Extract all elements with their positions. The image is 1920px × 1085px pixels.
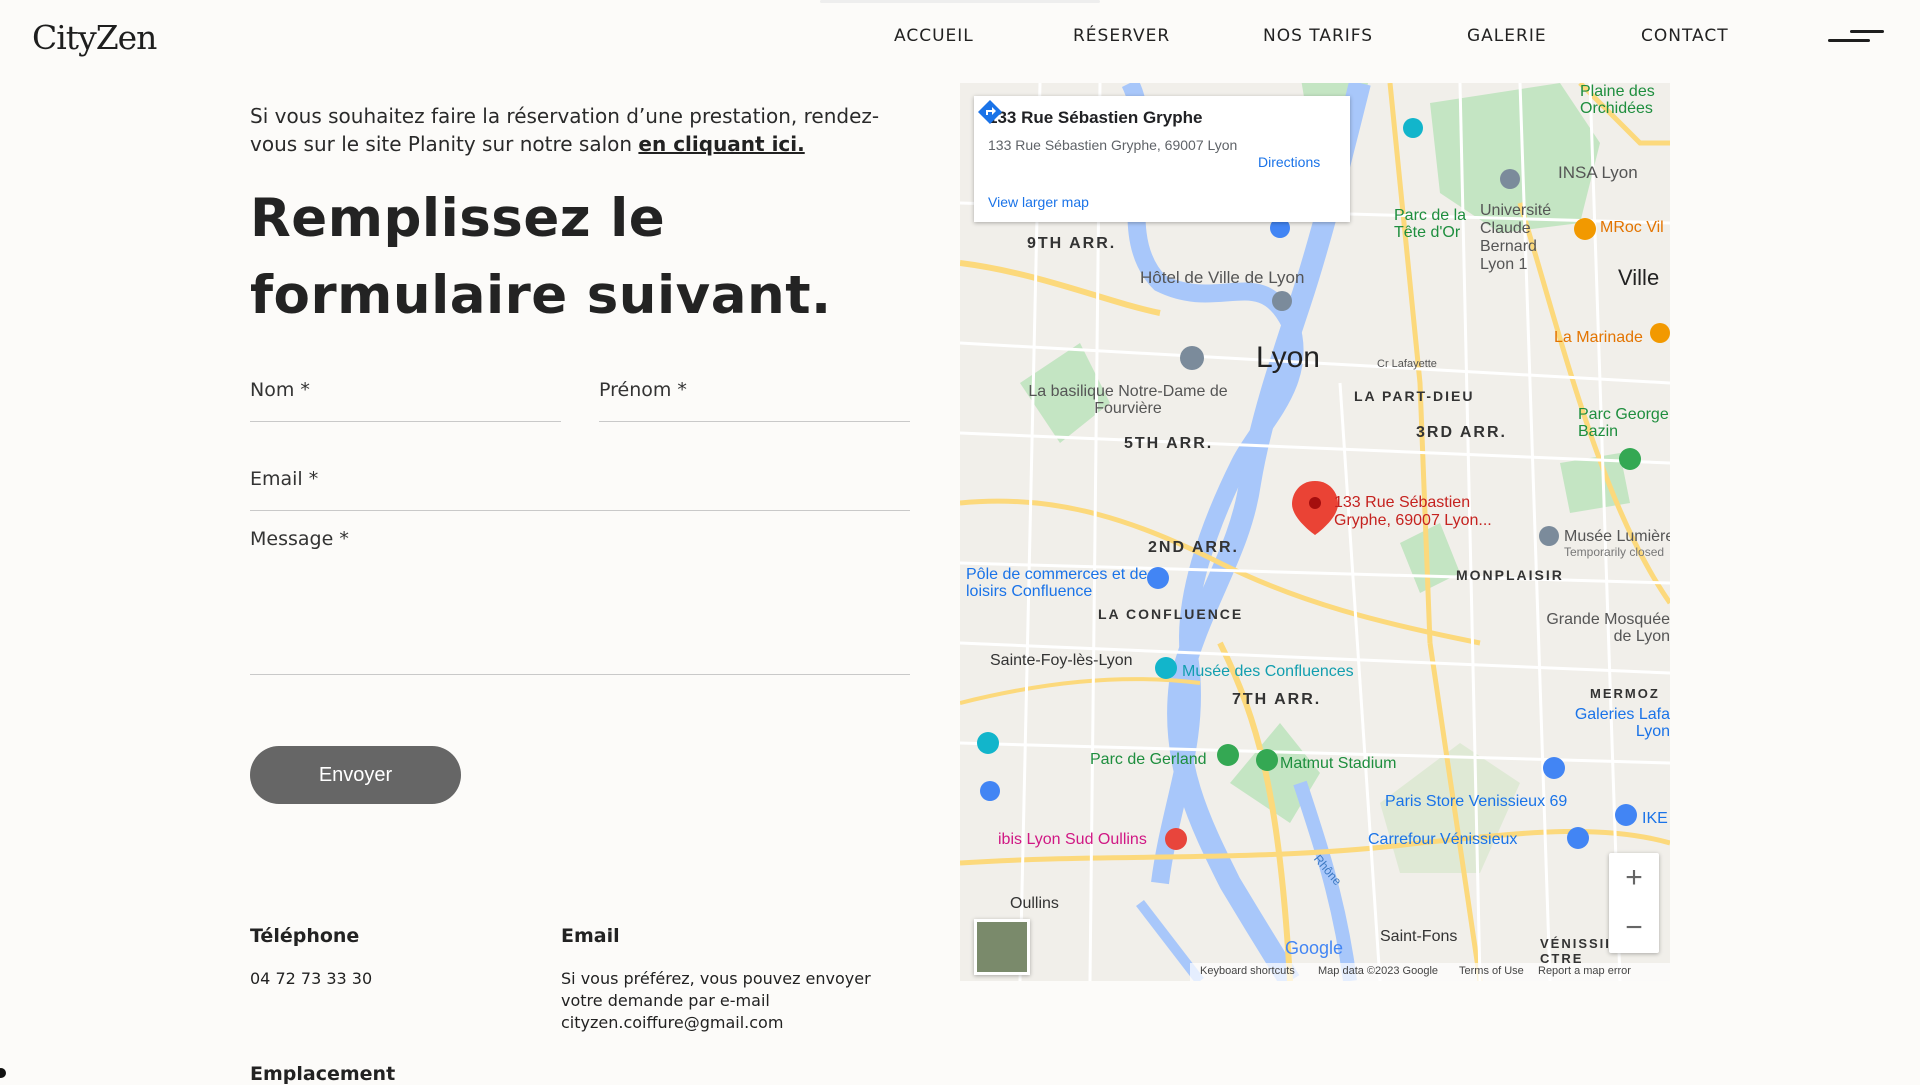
phone-heading: Téléphone	[250, 925, 360, 947]
map-label-parctete: Parc de la Tête d'Or	[1394, 207, 1467, 241]
scroll-dot	[0, 1068, 6, 1078]
map-footer: Keyboard shortcuts Map data ©2023 Google…	[1190, 963, 1670, 981]
satellite-toggle[interactable]	[974, 919, 1030, 975]
map-label-plaine: Plaine des Orchidées	[1580, 83, 1655, 117]
map-label-arr7: 7TH ARR.	[1232, 691, 1322, 708]
zoom-in-button[interactable]: +	[1609, 853, 1659, 903]
zoom-out-button[interactable]: −	[1609, 903, 1659, 953]
directions-link[interactable]: Directions	[1258, 154, 1320, 170]
nav-accueil[interactable]: ACCUEIL	[894, 26, 974, 46]
map-label-monplaisir: MONPLAISIR	[1456, 567, 1564, 583]
email-label: Email *	[250, 468, 319, 490]
map-label-temp-closed: Temporarily closed	[1564, 545, 1665, 559]
map-label-insa: INSA Lyon	[1558, 163, 1638, 182]
map-label-saintefoy: Sainte-Foy-lès-Lyon	[990, 652, 1133, 669]
map-label-matmut: Matmut Stadium	[1280, 755, 1397, 772]
map-label-ville: Ville	[1618, 265, 1660, 290]
map-info-card: 133 Rue Sébastien Gryphe 133 Rue Sébasti…	[974, 96, 1350, 222]
terms-link[interactable]: Terms of Use	[1459, 965, 1524, 977]
map-label-venissieux: VÉNISSII CTRE	[1540, 936, 1611, 966]
nav-contact[interactable]: CONTACT	[1641, 26, 1729, 46]
prenom-label: Prénom *	[599, 379, 687, 401]
prenom-field[interactable]	[599, 421, 910, 422]
map-label-basilique: La basilique Notre-Dame de Fourvière	[1028, 383, 1228, 417]
email-field[interactable]	[250, 510, 910, 511]
map-label-ikea: IKE	[1642, 810, 1668, 827]
map-label-arr3: 3RD ARR.	[1416, 424, 1507, 441]
map-data-text: Map data ©2023 Google	[1318, 965, 1439, 977]
map-label-gerland: Parc de Gerland	[1090, 751, 1207, 768]
map-card-title: 133 Rue Sébastien Gryphe	[988, 108, 1203, 127]
message-field[interactable]	[250, 674, 910, 675]
map-label-arr2: 2ND ARR.	[1148, 539, 1239, 556]
nav-reserver[interactable]: RÉSERVER	[1073, 26, 1170, 46]
nav-nos-tarifs[interactable]: NOS TARIFS	[1263, 26, 1373, 46]
view-larger-map-link[interactable]: View larger map	[988, 194, 1089, 210]
map-label-hotelville: Hôtel de Ville de Lyon	[1140, 268, 1305, 287]
map-label-partdieu: LA PART-DIEU	[1354, 388, 1475, 404]
location-heading: Emplacement	[250, 1063, 396, 1085]
logo[interactable]: CityZen	[32, 18, 157, 57]
map-label-musee-lumiere: Musée Lumière	[1564, 528, 1670, 545]
map-card-address: 133 Rue Sébastien Gryphe, 69007 Lyon	[988, 137, 1238, 153]
google-map[interactable]: 9TH ARR. 5TH ARR. 2ND ARR. 3RD ARR. 7TH …	[960, 83, 1670, 981]
email-heading: Email	[561, 925, 620, 947]
map-label-mermoz: MERMOZ	[1590, 686, 1660, 701]
email-text: Si vous préférez, vous pouvez envoyer vo…	[561, 969, 871, 1032]
map-label-arr9: 9TH ARR.	[1027, 235, 1117, 252]
map-label-musee-conf: Musée des Confluences	[1182, 663, 1354, 680]
send-button[interactable]: Envoyer	[250, 746, 461, 804]
phone-number: 04 72 73 33 30	[250, 969, 373, 988]
map-label-saintfons: Saint-Fons	[1380, 928, 1458, 945]
message-label: Message *	[250, 528, 349, 550]
map-label-oullins: Oullins	[1010, 895, 1059, 912]
map-label-arr5: 5TH ARR.	[1124, 435, 1214, 452]
map-label-pole: Pôle de commerces et de loisirs Confluen…	[966, 566, 1148, 600]
directions-icon[interactable]	[974, 96, 1006, 128]
google-logo: Google	[1285, 938, 1344, 958]
nom-label: Nom *	[250, 379, 310, 401]
map-label-marinade: La Marinade	[1554, 329, 1643, 346]
nom-field[interactable]	[250, 421, 561, 422]
map-label-mosquee: Grande Mosquée de Lyon	[1546, 611, 1670, 645]
map-label-univ: Université Claude Bernard Lyon 1	[1480, 202, 1552, 273]
report-error-link[interactable]: Report a map error	[1538, 965, 1631, 977]
map-label-paris-store: Paris Store Venissieux 69	[1385, 793, 1568, 810]
map-label-lyon: Lyon	[1256, 341, 1320, 374]
zoom-controls: + −	[1609, 853, 1659, 953]
map-label-mroc: MRoc Vil	[1600, 219, 1664, 236]
planity-link[interactable]: en cliquant ici.	[638, 132, 804, 156]
map-label-confluence: LA CONFLUENCE	[1098, 606, 1244, 622]
map-pin-label[interactable]: 133 Rue Sébastien Gryphe, 69007 Lyon...	[1334, 494, 1514, 530]
map-label-ibis: ibis Lyon Sud Oullins	[998, 831, 1147, 848]
map-label-galeries: Galeries Lafa Lyon	[1574, 706, 1670, 740]
map-label-lafayette: Cr Lafayette	[1377, 358, 1437, 370]
form-title: Remplissez le formulaire suivant.	[250, 188, 832, 326]
map-label-carrefour: Carrefour Vénissieux	[1368, 831, 1518, 848]
intro-text: Si vous souhaitez faire la réservation d…	[250, 104, 880, 156]
top-scroll-indicator	[820, 0, 1100, 3]
nav-galerie[interactable]: GALERIE	[1467, 26, 1547, 46]
map-label-parcgeorge: Parc George Bazin	[1578, 406, 1669, 440]
menu-icon[interactable]	[1828, 30, 1884, 44]
keyboard-shortcuts-link[interactable]: Keyboard shortcuts	[1200, 965, 1295, 977]
